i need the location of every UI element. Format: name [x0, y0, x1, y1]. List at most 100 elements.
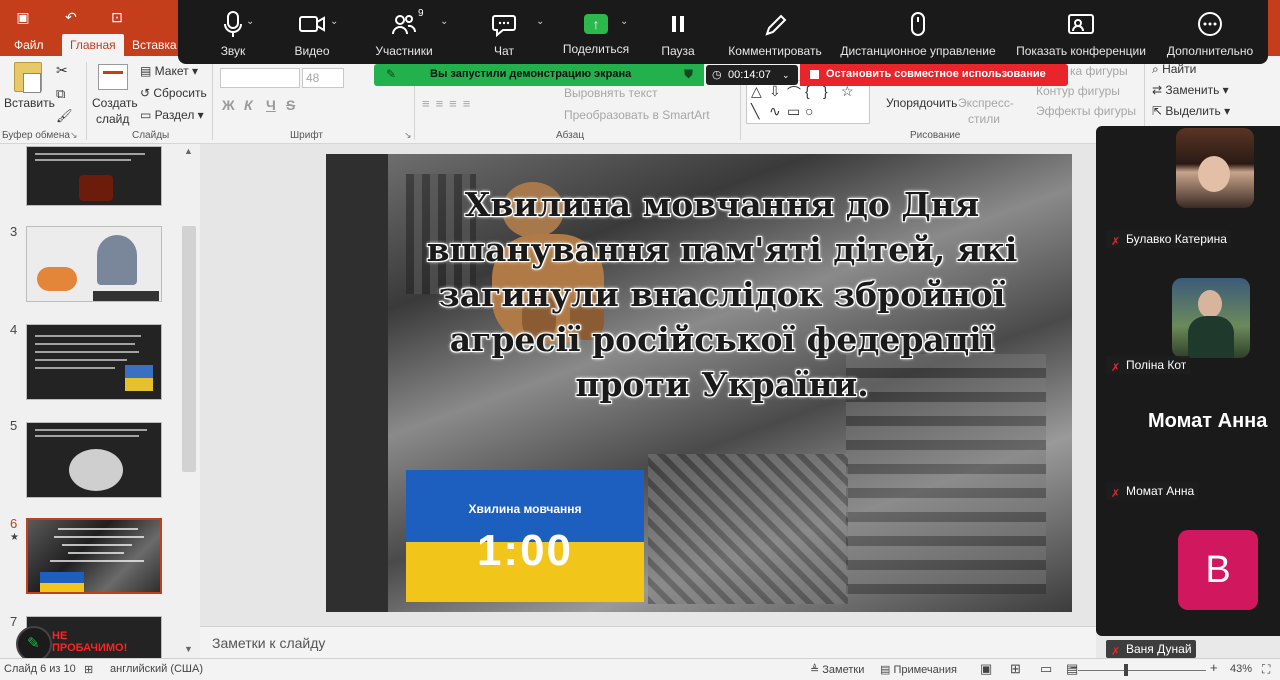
line-shape-icon[interactable]: ╲: [751, 103, 759, 120]
participants-options-chevron-icon[interactable]: ⌄: [440, 16, 448, 27]
new-slide-button-line2[interactable]: слайд: [96, 112, 129, 126]
remote-control-button[interactable]: Дистанционное управление: [834, 0, 1002, 64]
zoom-out-icon[interactable]: −: [1070, 660, 1078, 675]
new-slide-icon[interactable]: [98, 64, 128, 90]
slide-canvas[interactable]: Хвилина мовчання до Дня вшанування пам'я…: [326, 154, 1072, 612]
slide-thumbnail[interactable]: [26, 324, 162, 400]
slide-thumbnail[interactable]: [26, 422, 162, 498]
dialog-launcher-icon[interactable]: ↘: [404, 130, 412, 141]
thumbnail-scrollbar-thumb[interactable]: [182, 226, 196, 472]
tab-file[interactable]: Файл: [6, 34, 52, 56]
section-button[interactable]: ▭ Раздел ▾: [140, 108, 204, 122]
share-status-pill[interactable]: ✎ Вы запустили демонстрацию экрана ⛊: [374, 64, 704, 86]
slide-title[interactable]: Хвилина мовчання до Дня вшанування пам'я…: [422, 182, 1022, 407]
participants-button[interactable]: Участники: [364, 0, 444, 64]
notes-toggle[interactable]: ≜ Заметки: [810, 663, 864, 676]
more-button[interactable]: Дополнительно: [1160, 0, 1260, 64]
reading-view-icon[interactable]: ▭: [1040, 661, 1052, 677]
reset-button[interactable]: ↺ Сбросить: [140, 86, 207, 100]
participant-tile[interactable]: В ✗ Ваня Дунай: [1102, 522, 1280, 658]
zoom-slider-thumb[interactable]: [1124, 664, 1128, 676]
layout-button[interactable]: ▤ Макет ▾: [140, 64, 198, 78]
align-text-button[interactable]: Выровнять текст: [564, 86, 657, 100]
select-button[interactable]: ⇱ Выделить ▾: [1152, 104, 1230, 118]
drag-handle-icon[interactable]: ✎: [386, 67, 396, 81]
font-size-select[interactable]: 48: [302, 68, 344, 88]
rect-shape-icon[interactable]: ▭: [787, 103, 800, 120]
arrange-button[interactable]: Упорядочить: [886, 96, 957, 110]
thumb-text-line: [35, 335, 141, 337]
shapes-gallery[interactable]: △ ⇩ ⌒ { } ☆ ╲ ∿ ▭ ○: [746, 80, 870, 124]
notes-pane[interactable]: Заметки к слайду: [200, 626, 1096, 658]
quick-styles-line1[interactable]: Экспресс-: [958, 96, 1014, 110]
zoom-slider[interactable]: [1078, 670, 1206, 671]
undo-icon[interactable]: ↶: [60, 6, 82, 28]
chat-options-chevron-icon[interactable]: ⌄: [536, 16, 544, 27]
find-button[interactable]: ⌕ Найти: [1152, 62, 1196, 77]
timer-chevron-icon[interactable]: ⌄: [782, 65, 790, 85]
share-options-chevron-icon[interactable]: ⌄: [620, 16, 628, 27]
shape-effects-button[interactable]: Эффекты фигуры: [1036, 104, 1136, 118]
tab-home[interactable]: Главная: [62, 34, 124, 56]
zoom-level[interactable]: 43%: [1230, 663, 1252, 675]
replace-button[interactable]: ⇄ Заменить ▾: [1152, 83, 1229, 97]
zoom-in-icon[interactable]: +: [1210, 660, 1218, 675]
strikethrough-button[interactable]: S: [286, 97, 295, 113]
thumb-text-line: [35, 367, 115, 369]
paste-button[interactable]: Вставить: [4, 96, 55, 110]
copy-icon[interactable]: ⧉: [56, 86, 65, 102]
oval-shape-icon[interactable]: ○: [805, 103, 813, 119]
share-screen-button[interactable]: ↑ Поделиться: [556, 0, 636, 64]
annotation-pen-button[interactable]: ✎: [16, 626, 52, 662]
slide-number: 6: [10, 516, 18, 531]
participant-video: [1176, 128, 1254, 208]
save-icon[interactable]: ▣: [12, 6, 34, 28]
tab-insert[interactable]: Вставка: [124, 34, 185, 56]
normal-view-icon[interactable]: ▣: [980, 661, 992, 677]
pause-share-button[interactable]: Пауза: [648, 0, 708, 64]
scroll-up-icon[interactable]: ▲: [184, 146, 193, 156]
slide-thumbnail-selected[interactable]: [26, 518, 162, 594]
dialog-launcher-icon[interactable]: ↘: [70, 130, 78, 141]
slide-sorter-icon[interactable]: ⊞: [1010, 661, 1021, 677]
bold-button[interactable]: Ж: [222, 97, 235, 113]
quick-styles-line2[interactable]: стили: [968, 112, 1000, 126]
paragraph-align-icons[interactable]: ≡≡≡≡: [422, 96, 476, 111]
comments-toggle[interactable]: ▤ Примечания: [880, 663, 957, 676]
participant-initial-avatar: В: [1178, 530, 1258, 610]
cut-icon[interactable]: ✂: [56, 62, 68, 79]
audio-options-chevron-icon[interactable]: ⌄: [246, 16, 254, 27]
scroll-down-icon[interactable]: ▼: [184, 644, 193, 654]
audio-button[interactable]: Звук: [198, 0, 268, 64]
slide-thumbnail[interactable]: [26, 146, 162, 206]
paste-icon[interactable]: [14, 62, 42, 93]
slide-thumbnail[interactable]: [26, 226, 162, 302]
participant-tile[interactable]: Момат Анна ✗ Момат Анна: [1102, 378, 1280, 502]
font-family-select[interactable]: [220, 68, 300, 88]
underline-button[interactable]: Ч: [266, 97, 276, 113]
show-meeting-window-button[interactable]: Показать конференции: [1010, 0, 1152, 64]
new-slide-button-line1[interactable]: Создать: [92, 96, 138, 110]
arc-shape-icon[interactable]: ⌒: [787, 83, 801, 103]
shape-fill-button[interactable]: ка фигуры: [1070, 64, 1128, 78]
participant-tile[interactable]: ✗ Поліна Кот: [1102, 252, 1280, 376]
thumb-text-line: [35, 159, 131, 161]
chat-button[interactable]: Чат: [474, 0, 534, 64]
language-status[interactable]: английский (США): [110, 663, 203, 675]
italic-button[interactable]: К: [244, 97, 253, 113]
participant-tile[interactable]: ✗ Булавко Катерина: [1102, 126, 1280, 250]
curve-shape-icon[interactable]: ∿: [769, 103, 781, 120]
present-icon[interactable]: ⊡: [106, 6, 128, 28]
smartart-button[interactable]: Преобразовать в SmartArt: [564, 108, 710, 122]
video-button[interactable]: Видео: [282, 0, 342, 64]
stop-share-button[interactable]: Остановить совместное использование: [800, 64, 1068, 86]
thumb-text-line: [35, 359, 127, 361]
status-bar: Слайд 6 из 10 ⊞ английский (США) ≜ Замет…: [0, 658, 1280, 680]
pen-icon: ✎: [27, 635, 40, 652]
format-painter-icon[interactable]: 🖌: [56, 108, 73, 124]
fit-to-window-icon[interactable]: ⛶: [1262, 662, 1270, 677]
annotate-button[interactable]: Комментировать: [724, 0, 826, 64]
accessibility-icon[interactable]: ⊞: [84, 663, 93, 676]
video-options-chevron-icon[interactable]: ⌄: [330, 16, 338, 27]
shape-outline-button[interactable]: Контур фигуры: [1036, 84, 1120, 98]
